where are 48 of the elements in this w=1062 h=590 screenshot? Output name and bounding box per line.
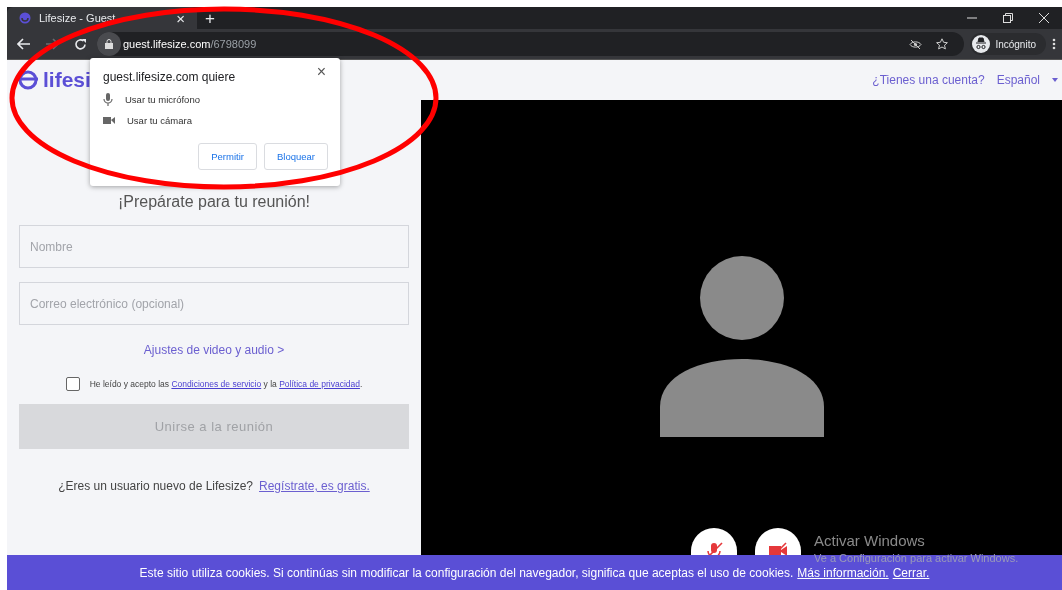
close-window-icon[interactable] xyxy=(1039,13,1049,23)
permission-label: Usar tu micrófono xyxy=(125,94,200,105)
lock-icon[interactable] xyxy=(105,39,113,49)
logo-icon xyxy=(17,70,39,90)
popup-button[interactable]: Bloquear xyxy=(263,143,328,170)
restore-icon[interactable] xyxy=(1003,13,1013,23)
media-toggle-button[interactable] xyxy=(691,528,737,555)
language-selector[interactable]: Español xyxy=(996,73,1040,87)
permission-label: Usar tu cámara xyxy=(127,115,192,126)
back-arrow-icon[interactable] xyxy=(17,38,31,50)
person-silhouette-icon xyxy=(659,255,824,437)
signup-prompt: ¿Eres un usuario nuevo de Lifesize? xyxy=(58,479,254,493)
watermark-subtitle: Ve a Configuración para activar Windows. xyxy=(814,552,1019,564)
close-link[interactable]: Cerrar. xyxy=(892,565,930,580)
address-bar[interactable]: guest.lifesize.com/6798099 xyxy=(97,32,965,56)
account-link[interactable]: ¿Tienes una cuenta? xyxy=(872,73,985,87)
eye-off-icon[interactable] xyxy=(909,38,923,50)
watermark-title: Activar Windows xyxy=(814,532,926,549)
terms-link[interactable]: Condiciones de servicio xyxy=(171,379,262,389)
popup-button[interactable]: Permitir xyxy=(198,143,257,170)
star-icon[interactable] xyxy=(936,38,949,50)
incognito-icon xyxy=(972,35,991,53)
cookie-text: Este sitio utiliza cookies. Si continúas sin modificar la configuración del navegador, significa que aceptas el uso de cookies. xyxy=(139,565,794,580)
text-input[interactable]: Correo electrónico (opcional) xyxy=(19,282,409,325)
smile-logo-icon xyxy=(19,12,31,24)
camera-off-icon xyxy=(768,541,788,555)
kebab-menu-icon[interactable] xyxy=(1052,38,1056,50)
terms-checkbox[interactable] xyxy=(65,377,80,391)
privacy-link[interactable]: Política de privacidad xyxy=(279,379,360,389)
profile-chip[interactable]: Incógnito xyxy=(970,33,1046,55)
caret-icon[interactable] xyxy=(1052,78,1058,82)
close-button[interactable]: × xyxy=(310,62,332,82)
terms-text: He leído y acepto las Condiciones de servicio y la Política de privacidad. xyxy=(89,379,363,389)
settings-link[interactable]: Ajustes de video y audio > xyxy=(143,343,285,357)
media-toggle-button[interactable] xyxy=(755,528,801,555)
logo-text: lifesi xyxy=(43,68,91,92)
microphone-icon xyxy=(103,93,113,106)
close-tab-button[interactable]: × xyxy=(172,10,189,26)
text-input[interactable]: Nombre xyxy=(19,225,409,268)
microphone-muted-icon xyxy=(704,541,724,555)
more-info-link[interactable]: Más información. xyxy=(797,565,889,580)
reload-icon[interactable] xyxy=(73,37,87,51)
new-tab-button[interactable]: + xyxy=(197,7,223,29)
popup-title: guest.lifesize.com quiere xyxy=(103,70,236,84)
signup-link[interactable]: Regístrate, es gratis. xyxy=(259,479,370,493)
form-title: ¡Prepárate para tu reunión! xyxy=(117,193,311,211)
url-text: guest.lifesize.com/6798099 xyxy=(123,38,257,50)
video-camera-icon xyxy=(103,116,115,125)
